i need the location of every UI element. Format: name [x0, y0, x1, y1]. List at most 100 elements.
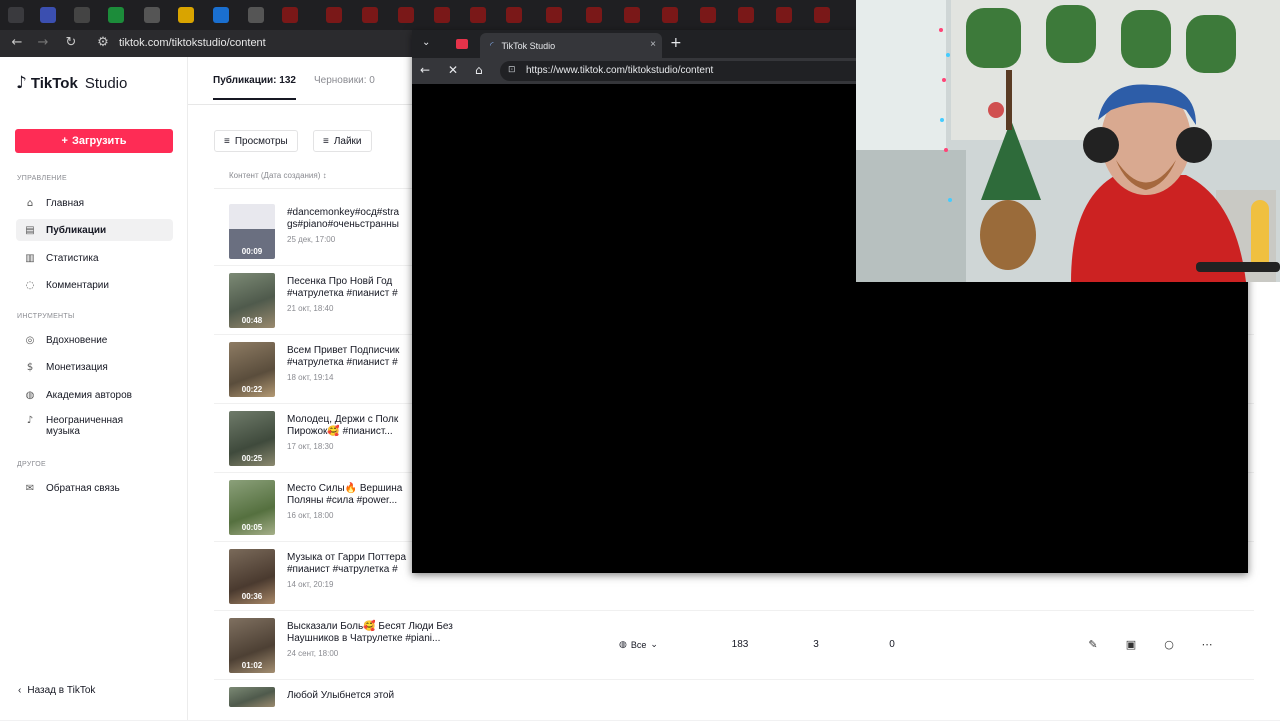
lock-icon[interactable]: ⊡ [508, 65, 516, 75]
table-row[interactable]: 01:02 Высказали Боль🥰 Бесят Люди Без Нау… [214, 612, 1254, 680]
video-title[interactable]: Любой Улыбнется этой [287, 690, 467, 702]
video-thumbnail[interactable]: 00:22 [229, 342, 275, 397]
tab-search-dropdown-icon[interactable] [8, 7, 24, 23]
tab-favicon[interactable] [108, 7, 124, 23]
sidebar-item-monetization[interactable]: $ Монетизация [16, 356, 173, 378]
tab-favicon[interactable] [178, 7, 194, 23]
tab-favicon[interactable] [700, 7, 716, 23]
tiktok-note-icon: ♪ [16, 73, 27, 93]
music-icon: ♪ [26, 415, 34, 426]
video-date: 16 окт, 18:00 [287, 511, 334, 520]
sidebar-item-music[interactable]: ♪ Неограниченная музыка [16, 415, 173, 443]
video-thumbnail[interactable]: 00:09 [229, 204, 275, 259]
table-row[interactable]: Любой Улыбнется этой [214, 681, 1254, 721]
video-title[interactable]: Высказали Боль🥰 Бесят Люди Без Наушников… [287, 621, 487, 645]
more-icon[interactable]: ⋯ [1199, 638, 1215, 654]
video-duration: 00:25 [241, 454, 263, 463]
tab-favicon[interactable] [248, 7, 264, 23]
sidebar-item-home[interactable]: ⌂ Главная [16, 192, 173, 214]
sidebar-item-label: Комментарии [46, 279, 109, 291]
sidebar-item-inspiration[interactable]: ◎ Вдохновение [16, 329, 173, 351]
video-thumbnail[interactable]: 00:05 [229, 480, 275, 535]
back-arrow-icon[interactable]: ← [8, 34, 26, 52]
logo[interactable]: ♪ TikTok Studio [16, 73, 127, 93]
popup-address-url[interactable]: https://www.tiktok.com/tiktokstudio/cont… [526, 65, 713, 76]
analytics-icon[interactable]: ▣ [1123, 638, 1139, 654]
tab-favicon[interactable] [434, 7, 450, 23]
tab-favicon[interactable] [282, 7, 298, 23]
video-date: 21 окт, 18:40 [287, 304, 334, 313]
globe-icon: ◍ [619, 639, 627, 649]
tab-favicon[interactable] [814, 7, 830, 23]
tab-favicon[interactable] [586, 7, 602, 23]
sidebar-item-label: Публикации [46, 224, 107, 236]
money-icon: $ [26, 361, 34, 373]
tab-favicon[interactable] [398, 7, 414, 23]
tab-published[interactable]: Публикации: 132 [213, 75, 296, 100]
lightbulb-icon: ◎ [25, 334, 35, 346]
sidebar-item-posts[interactable]: ▤ Публикации [16, 219, 173, 241]
content-tabs: Публикации: 132 Черновики: 0 [213, 75, 375, 100]
sidebar-item-label: Статистика [46, 252, 99, 264]
forward-arrow-icon[interactable]: → [34, 34, 52, 52]
tab-favicon[interactable] [144, 7, 160, 23]
tab-favicon[interactable] [456, 39, 468, 49]
sidebar-item-label: Монетизация [46, 361, 108, 373]
video-thumbnail[interactable]: 00:25 [229, 411, 275, 466]
filter-icon: ≡ [323, 135, 329, 147]
filter-likes-button[interactable]: ≡ Лайки [313, 130, 372, 152]
video-date: 17 окт, 18:30 [287, 442, 334, 451]
upload-label: Загрузить [71, 135, 127, 147]
tab-favicon[interactable] [738, 7, 754, 23]
tab-favicon[interactable] [546, 7, 562, 23]
reload-icon[interactable]: ↻ [62, 34, 80, 52]
back-to-tiktok-link[interactable]: ‹ Назад в TikTok [18, 685, 95, 696]
sidebar-item-stats[interactable]: ▥ Статистика [16, 247, 173, 269]
chevron-down-icon[interactable]: ⌄ [422, 37, 430, 48]
feedback-icon: ✉ [25, 482, 35, 494]
tab-favicon[interactable] [662, 7, 678, 23]
privacy-dropdown[interactable]: ◍ Все ⌄ [619, 639, 658, 650]
filter-icon: ≡ [224, 135, 230, 147]
video-duration: 00:36 [241, 592, 263, 601]
tab-favicon[interactable] [362, 7, 378, 23]
address-bar-url[interactable]: tiktok.com/tiktokstudio/content [119, 37, 266, 49]
sidebar-item-comments[interactable]: ◌ Комментарии [16, 274, 173, 296]
stop-loading-icon[interactable]: ✕ [448, 63, 458, 77]
filter-label: Лайки [333, 135, 362, 147]
video-thumbnail[interactable]: 01:02 [229, 618, 275, 673]
chevron-left-icon: ‹ [18, 685, 22, 696]
column-header-content[interactable]: Контент (Дата создания) ↕ [229, 171, 327, 180]
sidebar-item-academy[interactable]: ◍ Академия авторов [16, 384, 173, 406]
edit-icon[interactable]: ✎ [1085, 638, 1101, 654]
filter-label: Просмотры [234, 135, 288, 147]
video-duration: 00:05 [241, 523, 263, 532]
likes-count: 3 [813, 639, 819, 650]
site-info-icon[interactable]: ⚙ [94, 34, 112, 52]
tab-favicon[interactable] [74, 7, 90, 23]
filter-views-button[interactable]: ≡ Просмотры [214, 130, 298, 152]
column-header-label: Контент (Дата создания) [229, 171, 321, 180]
home-icon[interactable]: ⌂ [475, 63, 483, 77]
tab-favicon[interactable] [776, 7, 792, 23]
video-thumbnail[interactable]: 00:48 [229, 273, 275, 328]
tab-favicon[interactable] [470, 7, 486, 23]
upload-button[interactable]: + Загрузить [15, 129, 173, 153]
tab-favicon[interactable] [624, 7, 640, 23]
new-tab-icon[interactable]: + [670, 35, 682, 51]
tab-favicon[interactable] [326, 7, 342, 23]
posts-icon: ▤ [25, 224, 35, 236]
section-label-tools: ИНСТРУМЕНТЫ [17, 313, 75, 320]
tab-favicon[interactable] [40, 7, 56, 23]
tab-drafts[interactable]: Черновики: 0 [314, 75, 375, 100]
sidebar-item-feedback[interactable]: ✉ Обратная связь [16, 477, 173, 499]
tab-favicon[interactable] [506, 7, 522, 23]
webcam-image [856, 0, 1280, 282]
back-arrow-icon[interactable]: ← [420, 63, 430, 77]
comment-icon[interactable]: ○ [1161, 638, 1177, 654]
video-thumbnail[interactable] [229, 687, 275, 707]
video-thumbnail[interactable]: 00:36 [229, 549, 275, 604]
close-tab-icon[interactable]: × [650, 39, 656, 50]
popup-tab[interactable]: ◜ TikTok Studio × [480, 33, 662, 58]
tab-favicon[interactable] [213, 7, 229, 23]
